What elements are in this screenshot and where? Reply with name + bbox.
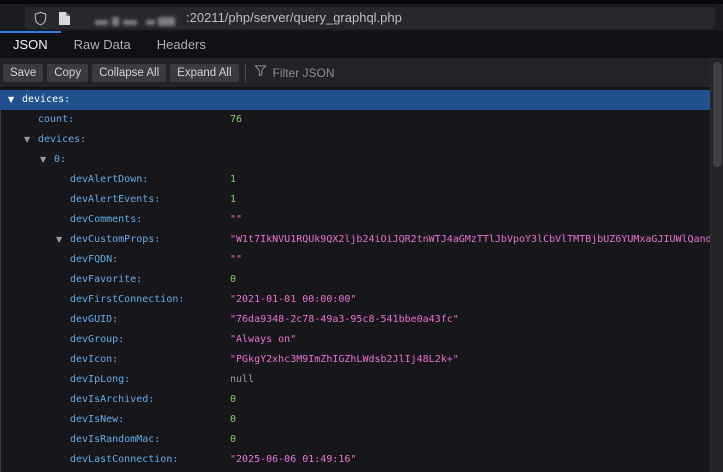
left-edge-line <box>0 110 1 472</box>
browser-window: :20211/php/server/query_graphql.php JSON… <box>0 0 723 472</box>
json-key: devFavorite: <box>70 270 142 290</box>
tree-row[interactable]: devIsRandomMac: 0 <box>0 430 710 450</box>
tree-row[interactable]: count: 76 <box>0 110 710 130</box>
json-key: devAlertEvents: <box>70 190 160 210</box>
tab-raw-data[interactable]: Raw Data <box>61 31 144 58</box>
tree-row[interactable]: ▼ devices: <box>0 90 710 110</box>
json-key: devIsNew: <box>70 410 124 430</box>
url-bar[interactable]: :20211/php/server/query_graphql.php <box>25 7 715 29</box>
redacted-host-block <box>146 20 155 25</box>
save-button[interactable]: Save <box>3 64 43 82</box>
json-tree: ▼devices:count:76▼devices:▼0:devAlertDow… <box>0 88 710 472</box>
json-value: 76 <box>230 110 242 130</box>
tree-row[interactable]: devAlertEvents: 1 <box>0 190 710 210</box>
tree-row[interactable]: devIsArchived: 0 <box>0 390 710 410</box>
json-key: devIcon: <box>70 350 118 370</box>
tab-json[interactable]: JSON <box>0 31 61 58</box>
tree-row[interactable]: devFavorite: 0 <box>0 270 710 290</box>
toolbar-separator <box>245 64 246 82</box>
json-value: "76da9348-2c78-49a3-95c8-541bbe0a43fc" <box>230 310 459 330</box>
tree-row[interactable]: ▼ devices: <box>0 130 710 150</box>
tree-row[interactable]: ▼ devCustomProps: "W1t7IkNVU1RQUk9QX2ljb24… <box>0 230 710 250</box>
expand-arrow-icon[interactable]: ▼ <box>40 150 46 170</box>
json-key: 0: <box>54 150 66 170</box>
json-value: "" <box>230 210 242 230</box>
json-value: 1 <box>230 170 236 190</box>
jsonviewer-tabbar: JSON Raw Data Headers <box>0 31 723 58</box>
redacted-host-block <box>95 20 108 25</box>
tree-row[interactable]: devIpLong: null <box>0 370 710 390</box>
json-value: "" <box>230 250 242 270</box>
tree-row[interactable]: devIcon: "PGkgY2xhc3M9ImZhIGZhLWdsb2JlIj4… <box>0 350 710 370</box>
shield-icon[interactable] <box>33 11 48 31</box>
tree-row[interactable]: devIsNew: 0 <box>0 410 710 430</box>
vertical-scrollbar[interactable] <box>710 58 723 472</box>
json-key: devLastConnection: <box>70 450 178 470</box>
json-key: devAlertDown: <box>70 170 148 190</box>
tree-row[interactable]: devLastConnection: "2025-06-06 01:49:16" <box>0 450 710 470</box>
json-key: devices: <box>22 90 70 110</box>
json-value: 0 <box>230 270 236 290</box>
redacted-host-block <box>158 17 175 26</box>
tree-row[interactable]: devFirstConnection: "2021-01-01 00:00:00" <box>0 290 710 310</box>
json-value: "2025-06-06 01:49:16" <box>230 450 356 470</box>
tree-row[interactable]: devGroup: "Always on" <box>0 330 710 350</box>
json-key: devIsRandomMac: <box>70 430 160 450</box>
tab-headers[interactable]: Headers <box>144 31 219 58</box>
json-value: 0 <box>230 410 236 430</box>
expand-arrow-icon[interactable]: ▼ <box>8 90 14 110</box>
json-value: 1 <box>230 190 236 210</box>
page-icon[interactable] <box>58 11 71 31</box>
tree-row[interactable]: devAlertDown: 1 <box>0 170 710 190</box>
json-value: null <box>230 370 254 390</box>
json-value: "2021-01-01 00:00:00" <box>230 290 356 310</box>
copy-button[interactable]: Copy <box>47 64 88 82</box>
expand-arrow-icon[interactable]: ▼ <box>56 230 62 250</box>
tree-row[interactable]: devGUID: "76da9348-2c78-49a3-95c8-541bbe0… <box>0 310 710 330</box>
json-value: 0 <box>230 430 236 450</box>
browser-navbar: :20211/php/server/query_graphql.php <box>0 4 723 31</box>
json-key: devComments: <box>70 210 142 230</box>
redacted-host-block <box>123 20 137 25</box>
json-key: devIpLong: <box>70 370 130 390</box>
redacted-host-block <box>112 17 119 26</box>
collapse-all-button[interactable]: Collapse All <box>92 64 166 82</box>
tree-row[interactable]: devFQDN: "" <box>0 250 710 270</box>
json-key: devCustomProps: <box>70 230 160 250</box>
json-value: "W1t7IkNVU1RQUk9QX2ljb24iOiJQR2tnWTJ4aGM… <box>230 230 710 250</box>
json-key: devGroup: <box>70 330 124 350</box>
json-key: count: <box>38 110 74 130</box>
filter-icon <box>254 64 273 82</box>
json-key: devFirstConnection: <box>70 290 184 310</box>
url-text: :20211/php/server/query_graphql.php <box>186 7 402 29</box>
json-value: 0 <box>230 390 236 410</box>
json-value: "Always on" <box>230 330 296 350</box>
expand-arrow-icon[interactable]: ▼ <box>24 130 30 150</box>
json-value: "PGkgY2xhc3M9ImZhIGZhLWdsb2JlIj48L2k+" <box>230 350 459 370</box>
tree-row[interactable]: devComments: "" <box>0 210 710 230</box>
expand-all-button[interactable]: Expand All <box>170 64 238 82</box>
scrollbar-thumb[interactable] <box>713 62 722 167</box>
filter-json-wrap <box>254 64 433 82</box>
filter-json-input[interactable] <box>273 66 433 80</box>
json-key: devices: <box>38 130 86 150</box>
json-key: devIsArchived: <box>70 390 154 410</box>
json-key: devGUID: <box>70 310 118 330</box>
jsonviewer-toolbar: Save Copy Collapse All Expand All <box>0 58 723 88</box>
tree-row[interactable]: ▼ 0: <box>0 150 710 170</box>
json-key: devFQDN: <box>70 250 118 270</box>
